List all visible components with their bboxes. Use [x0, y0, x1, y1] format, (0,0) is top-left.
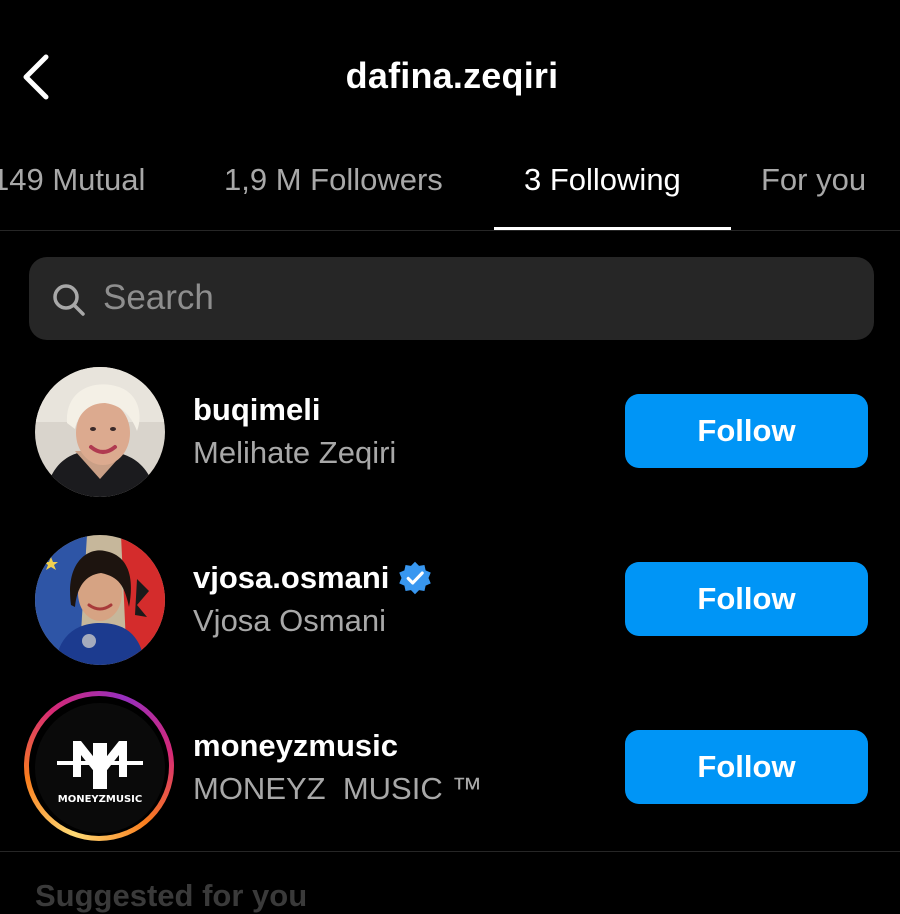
search-icon: [53, 284, 85, 316]
tab-for-you[interactable]: For you: [761, 160, 866, 218]
follow-button[interactable]: Follow: [625, 394, 868, 468]
tabs-divider: [0, 230, 900, 231]
tab-mutual[interactable]: 149 Mutual: [0, 160, 145, 218]
list-item[interactable]: MONEYZMUSIC moneyzmusic MONEYZ MUSIC ™ F…: [0, 691, 900, 871]
search-bar[interactable]: [29, 257, 874, 340]
username[interactable]: moneyzmusic: [193, 728, 398, 764]
tab-following[interactable]: 3 Following: [524, 160, 681, 218]
profile-photo: [35, 367, 165, 497]
follow-button[interactable]: Follow: [625, 562, 868, 636]
username[interactable]: vjosa.osmani: [193, 560, 389, 596]
verified-badge-icon: [399, 561, 432, 595]
follow-button[interactable]: Follow: [625, 730, 868, 804]
username-row: moneyzmusic: [193, 725, 398, 767]
avatar[interactable]: [35, 535, 165, 665]
page-title: dafina.zeqiri: [345, 55, 559, 96]
list-item[interactable]: buqimeli Melihate Zeqiri Follow: [0, 367, 900, 535]
full-name: MONEYZ MUSIC ™: [193, 771, 483, 806]
suggested-heading: Suggested for you: [35, 878, 308, 913]
search-input[interactable]: [103, 269, 843, 327]
username[interactable]: buqimeli: [193, 392, 320, 428]
top-bar: dafina.zeqiri: [0, 0, 900, 150]
full-name: Melihate Zeqiri: [193, 435, 397, 470]
list-item[interactable]: vjosa.osmani Vjosa Osmani Follow: [0, 535, 900, 703]
logo-text: MONEYZMUSIC: [58, 794, 142, 805]
avatar[interactable]: [35, 367, 165, 497]
full-name: Vjosa Osmani: [193, 603, 386, 638]
moneyzmusic-logo-icon: MONEYZMUSIC: [35, 703, 165, 833]
section-divider: [0, 851, 900, 852]
tab-bar: 149 Mutual 1,9 M Followers 3 Following F…: [0, 150, 900, 230]
username-row: vjosa.osmani: [193, 557, 433, 599]
tab-followers[interactable]: 1,9 M Followers: [224, 160, 443, 218]
profile-photo: [35, 535, 165, 665]
username-row: buqimeli: [193, 389, 320, 431]
avatar[interactable]: MONEYZMUSIC: [35, 703, 165, 833]
